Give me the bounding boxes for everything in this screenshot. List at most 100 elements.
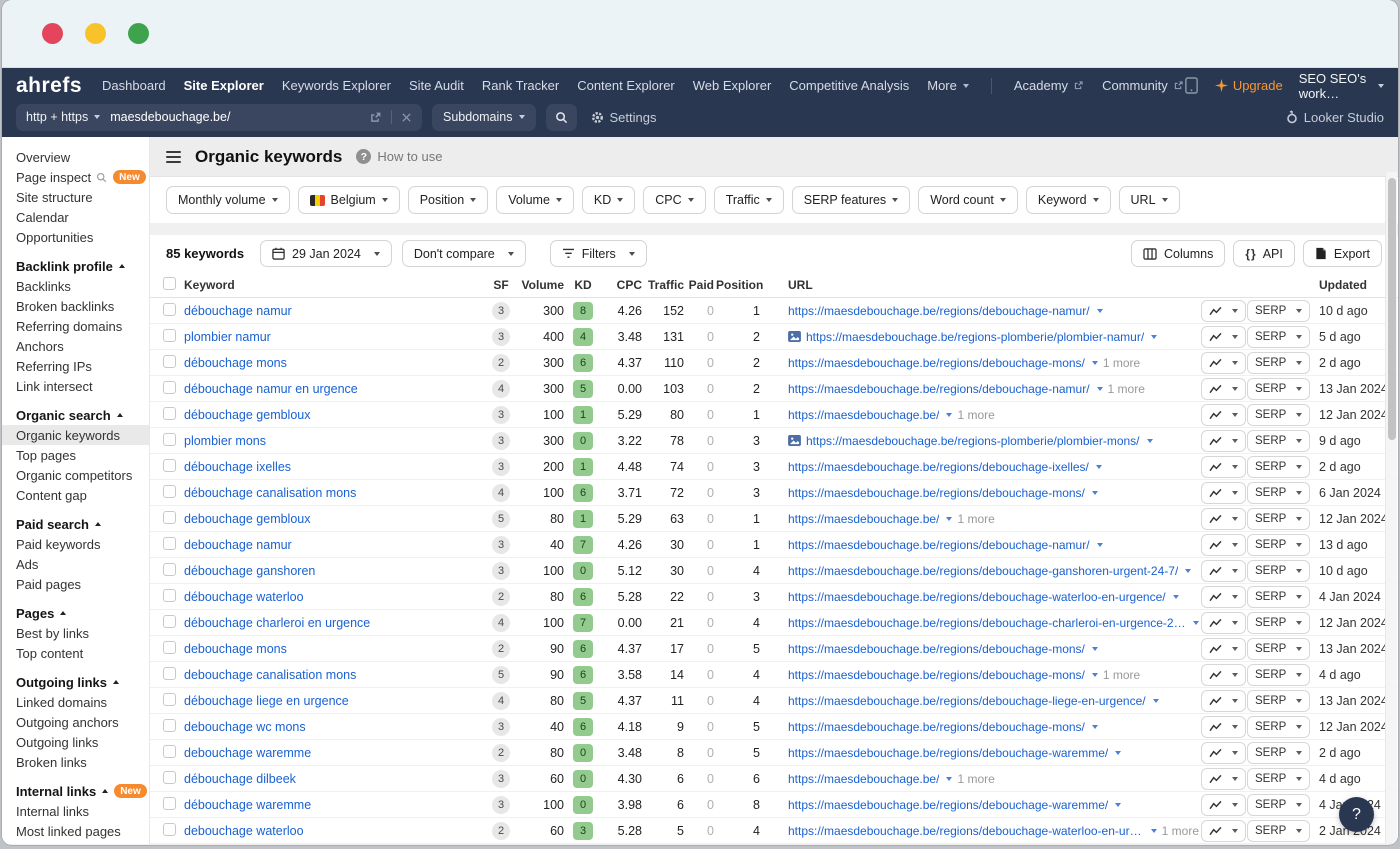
- row-checkbox[interactable]: [163, 433, 176, 446]
- filter-pill-cpc[interactable]: CPC: [643, 186, 705, 214]
- row-checkbox[interactable]: [163, 589, 176, 602]
- chart-button[interactable]: [1201, 638, 1246, 660]
- sidebar-item-internal-anchors[interactable]: Internal anchors: [2, 841, 149, 844]
- sidebar-item-internal-links[interactable]: Internal links: [2, 801, 149, 821]
- sidebar-item-organic-keywords[interactable]: Organic keywords: [2, 425, 149, 445]
- compare-select[interactable]: Don't compare: [402, 240, 526, 267]
- filter-pill-volume[interactable]: Volume: [496, 186, 574, 214]
- url-link[interactable]: https://maesdebouchage.be/regions/debouc…: [788, 486, 1085, 500]
- chart-button[interactable]: [1201, 456, 1246, 478]
- chart-button[interactable]: [1201, 716, 1246, 738]
- row-checkbox[interactable]: [163, 485, 176, 498]
- sidebar-item-most-linked-pages[interactable]: Most linked pages: [2, 821, 149, 841]
- url-link[interactable]: https://maesdebouchage.be/regions/debouc…: [788, 382, 1090, 396]
- row-checkbox[interactable]: [163, 381, 176, 394]
- chevron-down-icon[interactable]: [1185, 569, 1191, 573]
- url-link[interactable]: https://maesdebouchage.be/regions/debouc…: [788, 616, 1186, 630]
- sidebar-item-opportunities[interactable]: Opportunities: [2, 227, 149, 247]
- keyword-link[interactable]: débouchage gembloux: [184, 408, 476, 422]
- close-window-button[interactable]: [42, 23, 63, 44]
- clear-input-icon[interactable]: [401, 112, 412, 123]
- serp-button[interactable]: SERP: [1247, 404, 1310, 426]
- chart-button[interactable]: [1201, 560, 1246, 582]
- nav-item-keywords-explorer[interactable]: Keywords Explorer: [282, 78, 391, 93]
- chevron-down-icon[interactable]: [1147, 439, 1153, 443]
- nav-item-site-explorer[interactable]: Site Explorer: [184, 78, 264, 93]
- more-urls-link[interactable]: 1 more: [1103, 356, 1140, 370]
- sidebar-item-anchors[interactable]: Anchors: [2, 336, 149, 356]
- how-to-use-link[interactable]: ? How to use: [356, 149, 442, 164]
- zoom-window-button[interactable]: [128, 23, 149, 44]
- chevron-down-icon[interactable]: [1092, 673, 1098, 677]
- row-checkbox[interactable]: [163, 667, 176, 680]
- chart-button[interactable]: [1201, 326, 1246, 348]
- col-header-keyword[interactable]: Keyword: [184, 278, 484, 292]
- sidebar-item-top-content[interactable]: Top content: [2, 643, 149, 663]
- nav-item-academy[interactable]: Academy: [1014, 78, 1084, 93]
- filter-pill-keyword[interactable]: Keyword: [1026, 186, 1111, 214]
- row-checkbox[interactable]: [163, 355, 176, 368]
- serp-button[interactable]: SERP: [1247, 482, 1310, 504]
- row-checkbox[interactable]: [163, 563, 176, 576]
- serp-button[interactable]: SERP: [1247, 586, 1310, 608]
- chevron-down-icon[interactable]: [1092, 725, 1098, 729]
- select-all-checkbox[interactable]: [163, 277, 176, 290]
- col-header-url[interactable]: URL: [762, 278, 1199, 292]
- url-link[interactable]: https://maesdebouchage.be/regions/debouc…: [788, 798, 1108, 812]
- device-icon[interactable]: [1184, 77, 1199, 94]
- chevron-down-icon[interactable]: [1153, 699, 1159, 703]
- chevron-down-icon[interactable]: [1193, 621, 1199, 625]
- ahrefs-logo[interactable]: ahrefs: [16, 74, 82, 98]
- serp-button[interactable]: SERP: [1247, 300, 1310, 322]
- more-urls-link[interactable]: 1 more: [1103, 668, 1140, 682]
- chart-button[interactable]: [1201, 404, 1246, 426]
- chevron-down-icon[interactable]: [946, 413, 952, 417]
- serp-button[interactable]: SERP: [1247, 378, 1310, 400]
- sidebar-item-page-inspect[interactable]: Page inspect New: [2, 167, 149, 187]
- keyword-link[interactable]: debouchage waremme: [184, 746, 476, 760]
- sidebar-item-outgoing-links[interactable]: Outgoing links: [2, 732, 149, 752]
- nav-item-rank-tracker[interactable]: Rank Tracker: [482, 78, 559, 93]
- chart-button[interactable]: [1201, 352, 1246, 374]
- filter-pill-traffic[interactable]: Traffic: [714, 186, 784, 214]
- open-url-icon[interactable]: [369, 111, 382, 124]
- chart-button[interactable]: [1201, 430, 1246, 452]
- chart-button[interactable]: [1201, 378, 1246, 400]
- row-checkbox[interactable]: [163, 329, 176, 342]
- settings-button[interactable]: Settings: [591, 110, 657, 125]
- nav-item-content-explorer[interactable]: Content Explorer: [577, 78, 675, 93]
- serp-button[interactable]: SERP: [1247, 664, 1310, 686]
- chart-button[interactable]: [1201, 794, 1246, 816]
- serp-button[interactable]: SERP: [1247, 456, 1310, 478]
- chevron-down-icon[interactable]: [1097, 543, 1103, 547]
- url-link[interactable]: https://maesdebouchage.be/: [788, 408, 939, 422]
- serp-button[interactable]: SERP: [1247, 716, 1310, 738]
- chevron-down-icon[interactable]: [1115, 751, 1121, 755]
- sidebar-section-outgoing-links[interactable]: Outgoing links: [2, 672, 149, 692]
- sidebar-item-linked-domains[interactable]: Linked domains: [2, 692, 149, 712]
- sidebar-item-paid-keywords[interactable]: Paid keywords: [2, 534, 149, 554]
- sidebar-item-broken-links[interactable]: Broken links: [2, 752, 149, 772]
- help-floating-button[interactable]: ?: [1339, 797, 1374, 832]
- filter-pill-monthly-volume[interactable]: Monthly volume: [166, 186, 290, 214]
- export-button[interactable]: Export: [1303, 240, 1382, 267]
- sidebar-item-top-pages[interactable]: Top pages: [2, 445, 149, 465]
- row-checkbox[interactable]: [163, 511, 176, 524]
- sidebar-item-content-gap[interactable]: Content gap: [2, 485, 149, 505]
- sidebar-section-paid-search[interactable]: Paid search: [2, 514, 149, 534]
- sidebar-item-link-intersect[interactable]: Link intersect: [2, 376, 149, 396]
- target-url-input[interactable]: maesdebouchage.be/: [110, 110, 359, 124]
- sidebar-section-internal-links[interactable]: Internal links New: [2, 781, 149, 801]
- chevron-down-icon[interactable]: [1092, 647, 1098, 651]
- chevron-down-icon[interactable]: [946, 777, 952, 781]
- url-link[interactable]: https://maesdebouchage.be/regions-plombe…: [806, 330, 1144, 344]
- more-urls-link[interactable]: 1 more: [957, 512, 994, 526]
- row-checkbox[interactable]: [163, 303, 176, 316]
- keyword-link[interactable]: debouchage gembloux: [184, 512, 476, 526]
- url-link[interactable]: https://maesdebouchage.be/regions/debouc…: [788, 642, 1085, 656]
- sidebar-item-organic-competitors[interactable]: Organic competitors: [2, 465, 149, 485]
- sidebar-item-overview[interactable]: Overview: [2, 147, 149, 167]
- nav-item-dashboard[interactable]: Dashboard: [102, 78, 166, 93]
- keyword-link[interactable]: debouchage mons: [184, 642, 476, 656]
- url-link[interactable]: https://maesdebouchage.be/: [788, 772, 939, 786]
